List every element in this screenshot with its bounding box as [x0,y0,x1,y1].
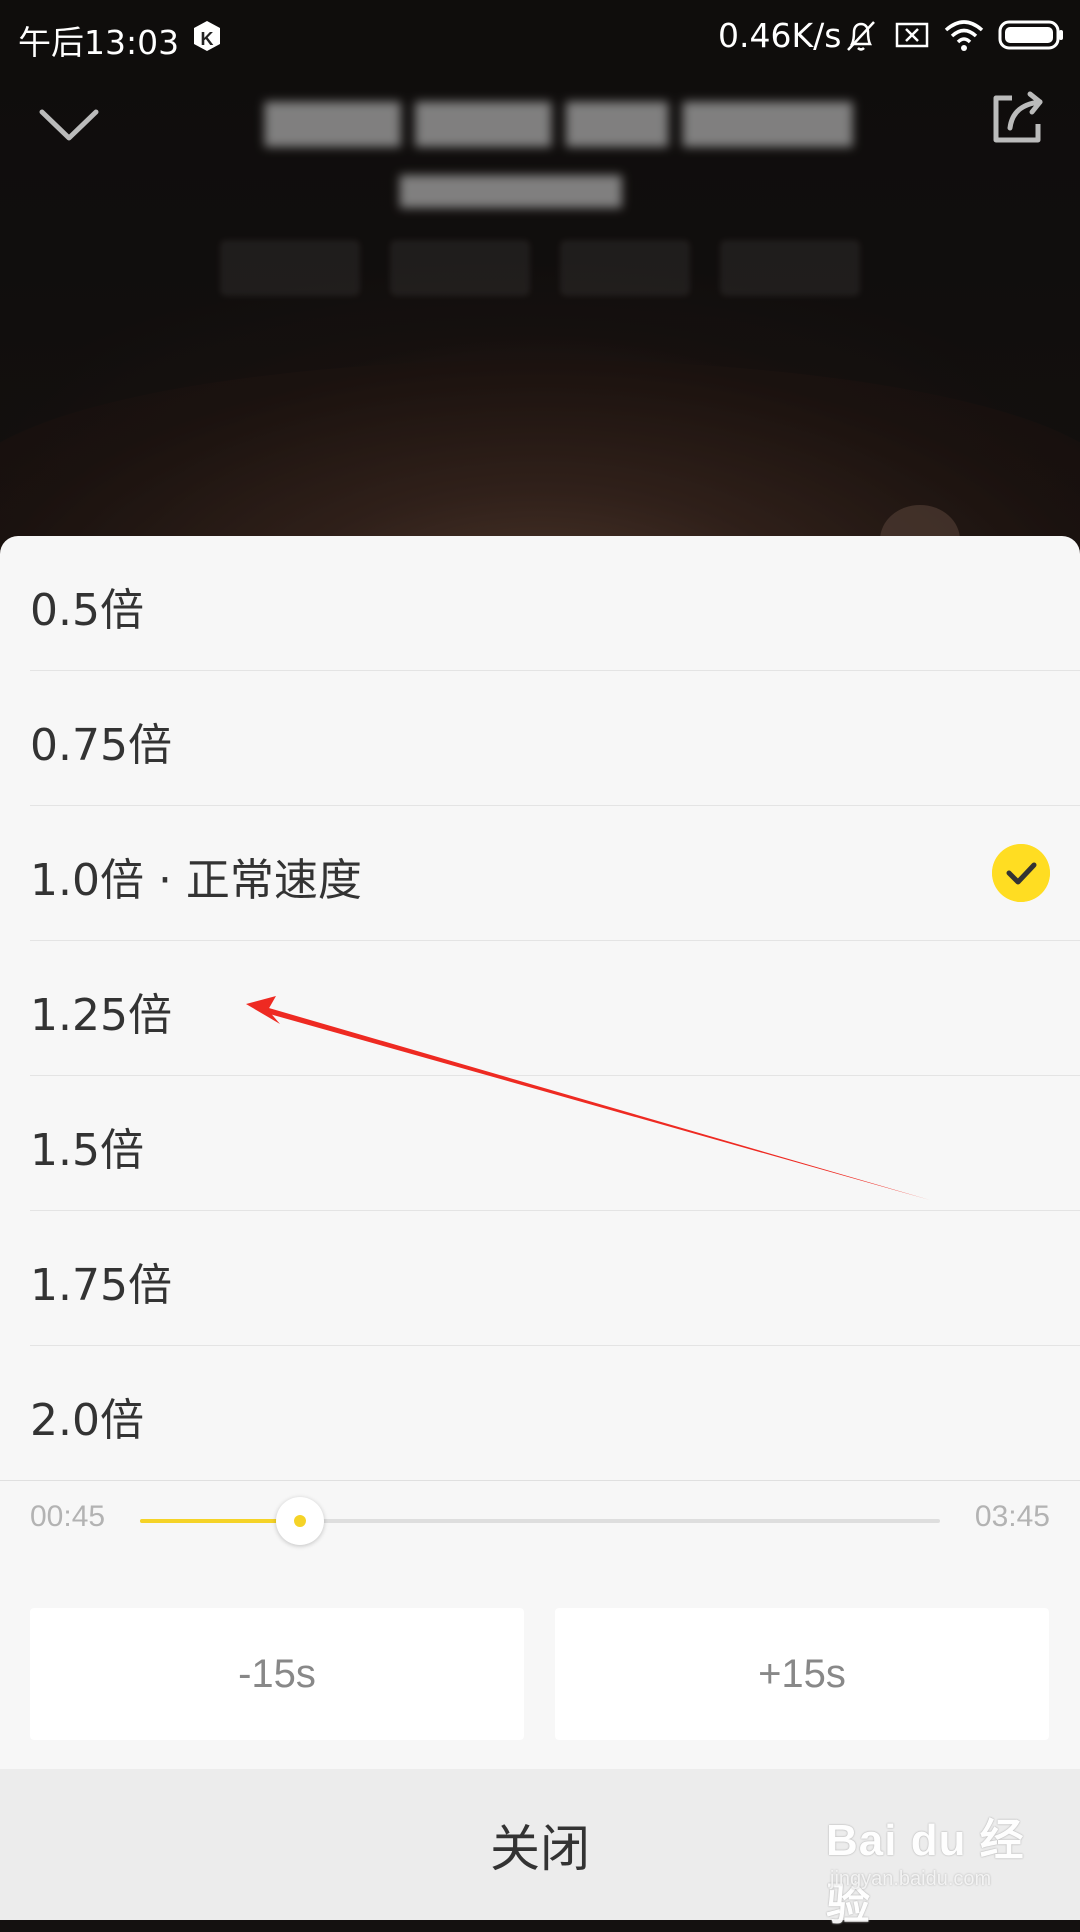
forward-15s-button[interactable]: +15s [555,1608,1049,1740]
speed-option-label: 0.75倍 [30,720,172,771]
speed-option-label: 0.5倍 [30,585,144,636]
speed-option-label: 1.0倍 · 正常速度 [30,855,362,906]
share-icon[interactable] [988,90,1046,148]
speed-option-label: 1.25倍 [30,990,172,1041]
speed-option-1.0x-normal[interactable]: 1.0倍 · 正常速度 [30,806,1080,941]
status-bar: 午后13:03 K 0.46K/s [0,0,1080,72]
speed-option-2.0x[interactable]: 2.0倍 [0,1346,1080,1481]
baidu-watermark: Bai du 经验 jingyan.baidu.com [826,1800,1056,1929]
speed-option-1.5x[interactable]: 1.5倍 [30,1076,1080,1211]
battery-icon [998,20,1063,50]
playback-progress: 00:45 03:45 [0,1480,1080,1580]
svg-text:K: K [201,29,214,49]
status-net-speed: 0.46K/s [718,16,842,55]
speed-option-label: 1.75倍 [30,1260,172,1311]
mute-bell-icon [847,21,875,51]
speed-option-0.75x[interactable]: 0.75倍 [30,671,1080,806]
app-notification-icon: K [194,21,220,51]
rewind-15s-button[interactable]: -15s [30,1608,524,1740]
speed-option-1.25x[interactable]: 1.25倍 [30,941,1080,1076]
total-time: 03:45 [974,1500,1050,1533]
sim-x-icon [895,22,929,48]
progress-track[interactable] [140,1497,940,1545]
background-dim [0,0,1080,560]
speed-bottom-sheet: 0.5倍 0.75倍 1.0倍 · 正常速度 1.25倍 1.5倍 1.75倍 … [0,536,1080,1920]
current-time: 00:45 [30,1500,106,1533]
checkmark-icon [992,844,1050,902]
progress-thumb[interactable] [276,1497,324,1545]
speed-option-label: 1.5倍 [30,1125,144,1176]
speed-option-label: 2.0倍 [30,1395,144,1446]
wifi-icon [944,20,984,51]
player-background: ▇▇▇▇ ▇▇▇▇ ▇▇▇ ▇▇▇▇▇ ▇▇▇▇▇▇▇▇▇ [0,0,1080,560]
speed-option-0.5x[interactable]: 0.5倍 [30,536,1080,671]
speed-option-1.75x[interactable]: 1.75倍 [30,1211,1080,1346]
watermark-url: jingyan.baidu.com [830,1868,992,1890]
chevron-down-icon[interactable] [38,104,100,144]
status-time: 午后13:03 [18,23,180,62]
